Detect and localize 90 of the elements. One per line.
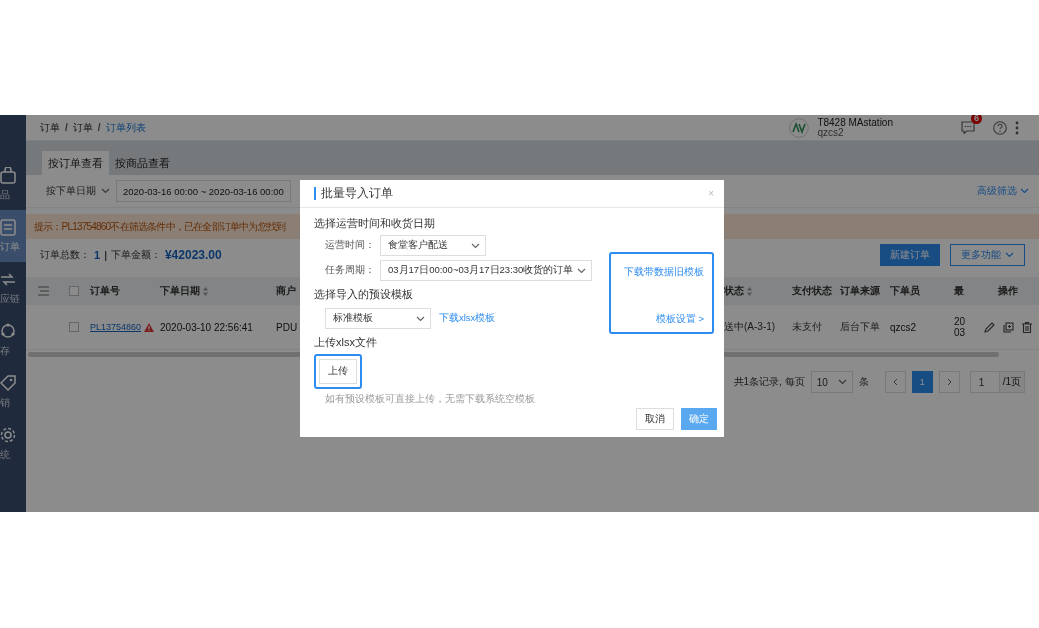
section-heading: 上传xlsx文件 bbox=[314, 335, 378, 350]
network-icon bbox=[0, 322, 16, 340]
order-count: 1 bbox=[94, 249, 101, 261]
advanced-filter-link[interactable]: 高级筛选 bbox=[977, 184, 1029, 198]
order-number-link[interactable]: PL13754860 bbox=[90, 322, 142, 332]
table-cell: 送中(A-3-1) bbox=[724, 320, 776, 334]
chevron-down-icon bbox=[471, 242, 480, 249]
table-cell: 20 03 bbox=[954, 316, 966, 338]
column-header: 支付状态 bbox=[792, 284, 832, 298]
order-amount: ¥42023.00 bbox=[164, 248, 222, 262]
more-actions-button[interactable]: 更多功能 bbox=[950, 244, 1025, 266]
list-icon bbox=[0, 218, 16, 236]
bag-icon bbox=[0, 166, 16, 184]
close-button[interactable]: × bbox=[708, 188, 714, 199]
tag-icon bbox=[0, 374, 16, 392]
page-size-select[interactable]: 10 bbox=[810, 371, 853, 393]
upload-button[interactable]: 上传 bbox=[319, 359, 357, 384]
table-cell: 后台下单 bbox=[840, 320, 880, 334]
select-field[interactable]: 03月17日00:00~03月17日23:30收货的订单 bbox=[380, 260, 593, 281]
page-size-unit: 条 bbox=[858, 375, 869, 389]
chevron-down-icon bbox=[1005, 252, 1014, 258]
section-heading: 选择导入的预设模板 bbox=[314, 287, 414, 302]
chevron-down-icon bbox=[577, 267, 587, 274]
breadcrumb-separator: / bbox=[65, 122, 68, 133]
date-type-select[interactable]: 按下单日期 bbox=[46, 184, 110, 198]
summary-label: 订单总数： bbox=[40, 248, 90, 262]
confirm-button[interactable]: 确定 bbox=[681, 408, 717, 430]
view-tab[interactable]: 按订单查看 bbox=[42, 151, 109, 175]
new-order-button[interactable]: 新建订单 bbox=[880, 244, 940, 266]
column-header[interactable]: 下单日期 bbox=[160, 284, 208, 298]
template-select[interactable]: 标准模板 bbox=[325, 308, 431, 329]
user-name: qzcs2 bbox=[817, 127, 845, 138]
breadcrumb-separator: / bbox=[97, 122, 101, 133]
hint-text: 如有预设模板可直接上传，无需下载系统空模板 bbox=[324, 393, 536, 406]
field-label: 任务周期： bbox=[325, 264, 376, 277]
table-cell: PDU bbox=[276, 321, 298, 333]
view-tab[interactable]: 按商品查看 bbox=[109, 151, 176, 175]
chevron-down-icon bbox=[837, 379, 847, 385]
help-icon[interactable] bbox=[993, 120, 1007, 135]
cancel-button[interactable]: 取消 bbox=[636, 408, 674, 430]
chevron-down-icon bbox=[101, 188, 110, 194]
select-field[interactable]: 食堂客户配送 bbox=[380, 235, 486, 256]
breadcrumb-item[interactable]: 订单 bbox=[72, 120, 93, 135]
store-name: T8428 MAstation bbox=[817, 117, 893, 128]
column-header: 操作 bbox=[998, 284, 1018, 298]
table-cell: 2020-03-10 22:56:41 bbox=[160, 321, 253, 333]
column-header: 商户 bbox=[276, 284, 296, 298]
chevron-left-icon bbox=[892, 378, 898, 386]
chat-icon[interactable] bbox=[961, 121, 975, 134]
sidebar-item[interactable]: 应链 bbox=[0, 262, 26, 314]
pencil-icon[interactable] bbox=[984, 321, 995, 333]
sidebar-item[interactable]: 存 bbox=[0, 314, 26, 366]
breadcrumb-item[interactable]: 订单列表 bbox=[105, 120, 146, 135]
column-header: 订单来源 bbox=[840, 284, 880, 298]
sidebar-item[interactable]: 统 bbox=[0, 418, 26, 470]
checkbox[interactable] bbox=[69, 286, 79, 296]
chevron-down-icon bbox=[416, 315, 425, 322]
column-header[interactable]: 状态 bbox=[724, 284, 752, 298]
column-settings-icon[interactable] bbox=[37, 286, 49, 296]
sidebar-item[interactable]: 销 bbox=[0, 366, 26, 418]
section-heading: 选择运营时间和收货日期 bbox=[314, 216, 436, 231]
column-header: 最 bbox=[954, 284, 964, 298]
arrows-icon bbox=[0, 270, 16, 288]
chevron-down-icon bbox=[1020, 188, 1029, 194]
trash-icon[interactable] bbox=[1022, 321, 1032, 333]
notification-badge: 6 bbox=[971, 115, 982, 124]
sidebar-item[interactable]: 品 bbox=[0, 158, 26, 210]
pagination-summary: 共1条记录, 每页 bbox=[733, 375, 805, 389]
sidebar-item[interactable]: 订单 bbox=[0, 210, 26, 262]
download-template-link[interactable]: 下载xlsx模板 bbox=[439, 312, 496, 325]
checkbox[interactable] bbox=[69, 322, 79, 332]
column-header: 订单号 bbox=[90, 284, 120, 298]
sort-icon[interactable] bbox=[747, 286, 752, 296]
table-cell: 未支付 bbox=[792, 320, 822, 334]
page-button[interactable]: 1 bbox=[911, 371, 933, 393]
link[interactable]: 模板设置 > bbox=[655, 313, 704, 326]
table-cell: qzcs2 bbox=[890, 321, 917, 333]
breadcrumb-item[interactable]: 订单 bbox=[40, 120, 60, 135]
link[interactable]: 下载带数据旧模板 bbox=[624, 266, 704, 279]
summary-separator: | bbox=[104, 249, 107, 261]
dialog-title: 批量导入订单 bbox=[314, 187, 393, 200]
field-label: 运营时间： bbox=[325, 239, 376, 252]
sort-icon[interactable] bbox=[203, 286, 208, 296]
date-range-field[interactable]: 2020-03-16 00:00 ~ 2020-03-16 00:00 bbox=[116, 180, 291, 202]
chevron-right-icon bbox=[946, 378, 952, 386]
copy-icon[interactable] bbox=[1003, 321, 1014, 333]
more-icon[interactable] bbox=[1015, 120, 1019, 135]
summary-label: 下单金额： bbox=[110, 248, 161, 262]
column-header: 下单员 bbox=[890, 284, 920, 298]
gear-icon bbox=[0, 426, 16, 444]
